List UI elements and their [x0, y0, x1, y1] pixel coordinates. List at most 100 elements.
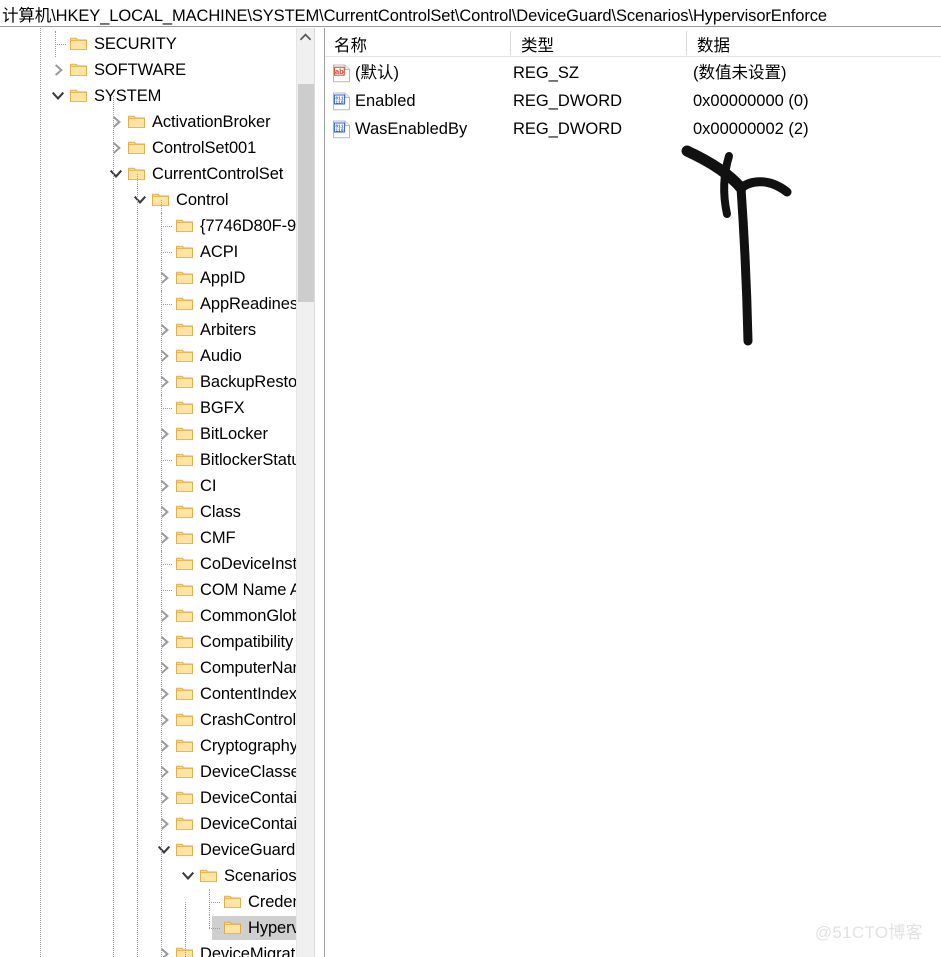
tree-item-devicecontain[interactable]: DeviceContain: [0, 785, 296, 811]
expand-toggle[interactable]: [156, 525, 174, 551]
folder-icon: [70, 63, 87, 77]
registry-path-text: 计算机\HKEY_LOCAL_MACHINE\SYSTEM\CurrentCon…: [2, 7, 827, 25]
expand-toggle[interactable]: [156, 421, 174, 447]
value-type: REG_DWORD: [513, 120, 623, 138]
tree-item-7746d80f-9[interactable]: {7746D80F-9: [0, 213, 296, 239]
expand-toggle[interactable]: [156, 655, 174, 681]
folder-icon: [176, 557, 193, 571]
tree-item-contentindex[interactable]: ContentIndex: [0, 681, 296, 707]
expand-toggle[interactable]: [156, 811, 174, 837]
tree-item-acpi[interactable]: ACPI: [0, 239, 296, 265]
column-divider-2[interactable]: [686, 31, 687, 55]
tree-item-label: CoDeviceInsta: [200, 555, 296, 573]
tree-item-audio[interactable]: Audio: [0, 343, 296, 369]
value-row[interactable]: 011 110 WasEnabledBy REG_DWORD 0x00000002 (2…: [325, 116, 941, 144]
expand-toggle[interactable]: [156, 369, 174, 395]
tree-item-label: Control: [176, 191, 229, 209]
tree-item-com-name-a[interactable]: COM Name A: [0, 577, 296, 603]
expand-toggle[interactable]: [156, 681, 174, 707]
value-row[interactable]: ab (默认) REG_SZ (数值未设置): [325, 60, 941, 88]
expand-toggle[interactable]: [156, 941, 174, 957]
tree-vertical-scrollbar[interactable]: [296, 28, 314, 957]
registry-tree-panel[interactable]: SECURITY SOFTWARE SYSTEM ActivationBroker Co…: [0, 28, 296, 957]
collapse-toggle[interactable]: [155, 837, 173, 863]
expand-toggle[interactable]: [156, 707, 174, 733]
tree-item-commonglob[interactable]: CommonGlob: [0, 603, 296, 629]
tree-guide-line: [113, 96, 114, 957]
expand-toggle[interactable]: [156, 785, 174, 811]
tree-item-label: CurrentControlSet: [152, 165, 284, 183]
registry-values-panel[interactable]: 名称 类型 数据 ab (默认) REG_SZ (数值未设置) 011 110 Enable…: [325, 28, 941, 957]
tree-item-currentcontrolset[interactable]: CurrentControlSet: [0, 161, 296, 187]
expand-toggle[interactable]: [156, 499, 174, 525]
tree-item-cryptography[interactable]: Cryptography: [0, 733, 296, 759]
tree-item-label: Class: [200, 503, 241, 521]
expand-toggle[interactable]: [108, 135, 126, 161]
expand-toggle[interactable]: [156, 733, 174, 759]
value-row[interactable]: 011 110 Enabled REG_DWORD 0x00000000 (0): [325, 88, 941, 116]
tree-item-hypervis[interactable]: Hypervis: [0, 915, 296, 941]
tree-item-backuprestor[interactable]: BackupRestor: [0, 369, 296, 395]
tree-item-devicemigrati[interactable]: DeviceMigrati: [0, 941, 296, 957]
tree-item-controlset001[interactable]: ControlSet001: [0, 135, 296, 161]
folder-icon: [70, 37, 87, 51]
tree-item-credent[interactable]: Credent: [0, 889, 296, 915]
collapse-toggle[interactable]: [131, 187, 149, 213]
column-header-name[interactable]: 名称: [334, 32, 367, 56]
tree-item-arbiters[interactable]: Arbiters: [0, 317, 296, 343]
tree-item-software[interactable]: SOFTWARE: [0, 57, 296, 83]
tree-item-appid[interactable]: AppID: [0, 265, 296, 291]
column-header-data[interactable]: 数据: [697, 32, 730, 56]
collapse-toggle[interactable]: [179, 863, 197, 889]
chevron-down-icon: [158, 845, 170, 854]
address-bar[interactable]: 计算机\HKEY_LOCAL_MACHINE\SYSTEM\CurrentCon…: [0, 0, 941, 27]
expand-toggle[interactable]: [156, 629, 174, 655]
expand-toggle[interactable]: [156, 759, 174, 785]
tree-item-class[interactable]: Class: [0, 499, 296, 525]
folder-icon: [176, 270, 193, 285]
scroll-up-button[interactable]: [297, 28, 314, 45]
tree-item-bitlockerstatu[interactable]: BitlockerStatu: [0, 447, 296, 473]
folder-icon: [176, 764, 193, 779]
tree-item-cmf[interactable]: CMF: [0, 525, 296, 551]
folder-icon: [176, 556, 193, 571]
folder-icon: [176, 374, 193, 389]
expand-toggle[interactable]: [156, 603, 174, 629]
expand-toggle[interactable]: [108, 109, 126, 135]
tree-item-control[interactable]: Control: [0, 187, 296, 213]
collapse-toggle[interactable]: [49, 83, 67, 109]
tree-item-scenarios[interactable]: Scenarios: [0, 863, 296, 889]
svg-text:ab: ab: [335, 67, 344, 76]
tree-item-activationbroker[interactable]: ActivationBroker: [0, 109, 296, 135]
tree-item-deviceclasses[interactable]: DeviceClasses: [0, 759, 296, 785]
collapse-toggle[interactable]: [107, 161, 125, 187]
tree-item-deviceguard[interactable]: DeviceGuard: [0, 837, 296, 863]
tree-item-crashcontrol[interactable]: CrashControl: [0, 707, 296, 733]
scrollbar-thumb[interactable]: [298, 84, 314, 302]
panel-splitter[interactable]: [314, 28, 325, 957]
tree-item-compatibility[interactable]: Compatibility: [0, 629, 296, 655]
tree-item-computernam[interactable]: ComputerNam: [0, 655, 296, 681]
expand-toggle[interactable]: [156, 317, 174, 343]
tree-item-devicecontain[interactable]: DeviceContain: [0, 811, 296, 837]
column-header-type[interactable]: 类型: [521, 32, 554, 56]
expand-toggle[interactable]: [156, 473, 174, 499]
column-divider-1[interactable]: [510, 31, 511, 55]
tree-item-appreadiness[interactable]: AppReadiness: [0, 291, 296, 317]
tree-item-system[interactable]: SYSTEM: [0, 83, 296, 109]
values-column-header[interactable]: 名称 类型 数据: [325, 28, 941, 57]
tree-item-security[interactable]: SECURITY: [0, 31, 296, 57]
value-data: (数值未设置): [693, 64, 787, 82]
expand-toggle[interactable]: [156, 265, 174, 291]
tree-item-bitlocker[interactable]: BitLocker: [0, 421, 296, 447]
folder-icon: [176, 505, 193, 519]
tree-item-ci[interactable]: CI: [0, 473, 296, 499]
value-name: WasEnabledBy: [355, 120, 468, 138]
folder-icon: [70, 36, 87, 51]
tree-guide-line: [161, 590, 172, 591]
tree-item-codeviceinsta[interactable]: CoDeviceInsta: [0, 551, 296, 577]
expand-toggle[interactable]: [50, 57, 68, 83]
tree-item-bgfx[interactable]: BGFX: [0, 395, 296, 421]
expand-toggle[interactable]: [156, 343, 174, 369]
folder-icon: [176, 427, 193, 441]
